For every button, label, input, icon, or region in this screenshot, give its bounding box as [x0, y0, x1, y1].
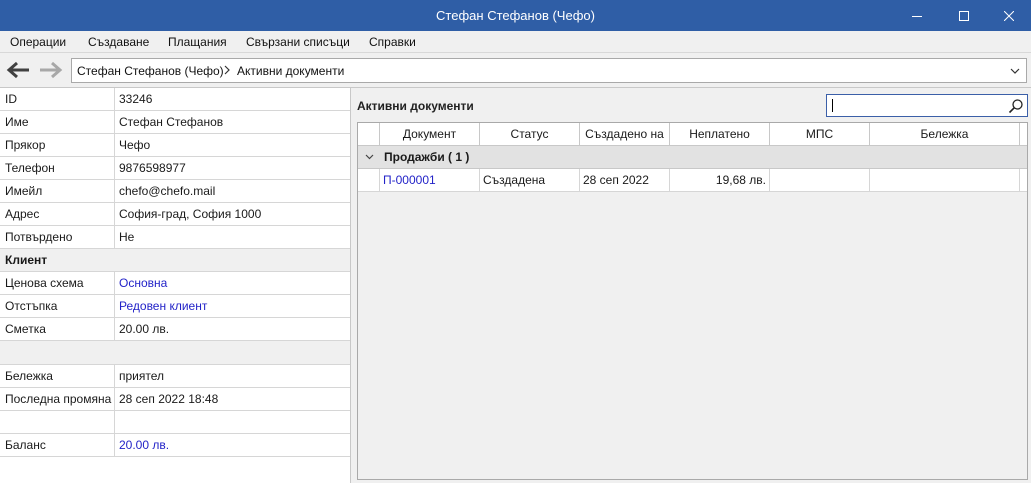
- menu-create[interactable]: Създаване: [88, 35, 149, 49]
- property-value: Стефан Стефанов: [119, 115, 224, 129]
- back-button[interactable]: [6, 61, 32, 79]
- search-input[interactable]: [826, 94, 1028, 117]
- group-row-sales[interactable]: Продажби ( 1 ): [358, 146, 1027, 169]
- property-label: Потвърдено: [5, 230, 73, 244]
- property-row: Сметка 20.00 лв.: [0, 318, 350, 341]
- property-value: chefo@chefo.mail: [119, 184, 216, 198]
- property-label: Адрес: [5, 207, 40, 221]
- property-row: Телефон 9876598977: [0, 157, 350, 180]
- property-label: ID: [5, 92, 17, 106]
- navigation-bar: Стефан Стефанов (Чефо) Активни документи: [0, 53, 1031, 88]
- column-header-document[interactable]: Документ: [380, 123, 480, 145]
- property-label: Имейл: [5, 184, 43, 198]
- section-header: Клиент: [0, 249, 350, 272]
- property-row: Адрес София-град, София 1000: [0, 203, 350, 226]
- minimize-button[interactable]: [894, 0, 940, 31]
- section-header: [0, 341, 350, 365]
- column-header-status[interactable]: Статус: [480, 123, 580, 145]
- balance-link[interactable]: 20.00 лв.: [119, 438, 169, 452]
- window-title: Стефан Стефанов (Чефо): [436, 8, 595, 23]
- property-value: Не: [119, 230, 135, 244]
- property-row: Ценова схема Основна: [0, 272, 350, 295]
- maximize-button[interactable]: [941, 0, 987, 31]
- price-scheme-link[interactable]: Основна: [119, 276, 167, 290]
- property-label: Бележка: [5, 369, 53, 383]
- property-label: Отстъпка: [5, 299, 58, 313]
- property-label: Име: [5, 115, 29, 129]
- column-header-created[interactable]: Създадено на: [580, 123, 670, 145]
- property-value: приятел: [119, 369, 165, 383]
- property-row: Имейл chefo@chefo.mail: [0, 180, 350, 203]
- section-label: Клиент: [5, 253, 48, 267]
- chevron-right-icon: [224, 65, 230, 75]
- column-header-vehicle[interactable]: МПС: [770, 123, 870, 145]
- chevron-down-icon[interactable]: [1010, 67, 1020, 75]
- table-row[interactable]: П-000001 Създадена 28 сеп 2022 19,68 лв.: [358, 169, 1027, 192]
- created-cell: 28 сеп 2022: [580, 169, 670, 191]
- menu-reports[interactable]: Справки: [369, 35, 416, 49]
- menu-payments[interactable]: Плащания: [168, 35, 227, 49]
- minimize-icon: [912, 15, 922, 17]
- property-value: Чефо: [119, 138, 151, 152]
- property-label: Телефон: [5, 161, 55, 175]
- properties-panel: ID 33246 Име Стефан Стефанов Прякор Чефо Те…: [0, 88, 351, 483]
- arrow-left-icon: [6, 61, 29, 79]
- breadcrumb-parent[interactable]: Стефан Стефанов (Чефо): [77, 64, 224, 78]
- property-label: Прякор: [5, 138, 46, 152]
- column-header-note[interactable]: Бележка: [870, 123, 1020, 145]
- property-row: Прякор Чефо: [0, 134, 350, 157]
- close-button[interactable]: [986, 0, 1031, 31]
- column-header-unpaid[interactable]: Неплатено: [670, 123, 770, 145]
- breadcrumb[interactable]: Стефан Стефанов (Чефо) Активни документи: [71, 58, 1027, 83]
- vehicle-cell: [770, 169, 870, 191]
- text-caret: [832, 99, 833, 112]
- property-value: 28 сеп 2022 18:48: [119, 392, 219, 406]
- property-row: Бележка приятел: [0, 365, 350, 388]
- property-row: Баланс 20.00 лв.: [0, 434, 350, 457]
- note-cell: [870, 169, 1020, 191]
- breadcrumb-current[interactable]: Активни документи: [237, 64, 344, 78]
- property-label: Последна промяна: [5, 392, 112, 406]
- unpaid-cell: 19,68 лв.: [670, 169, 770, 191]
- documents-grid: Документ Статус Създадено на Неплатено М…: [357, 122, 1028, 480]
- maximize-icon: [959, 10, 969, 21]
- menu-operations[interactable]: Операции: [10, 35, 66, 49]
- search-icon[interactable]: [1008, 98, 1024, 114]
- property-label: Ценова схема: [5, 276, 84, 290]
- group-label: Продажби ( 1 ): [384, 150, 470, 164]
- row-indent: [358, 169, 380, 191]
- documents-panel: Активни документи Документ Статус Създад…: [351, 88, 1031, 483]
- property-label: Сметка: [5, 322, 46, 336]
- property-value: 33246: [119, 92, 153, 106]
- grid-header: Документ Статус Създадено на Неплатено М…: [358, 123, 1027, 146]
- document-link[interactable]: П-000001: [380, 169, 480, 191]
- property-label: Баланс: [5, 438, 46, 452]
- property-value: София-град, София 1000: [119, 207, 262, 221]
- documents-title: Активни документи: [357, 99, 474, 113]
- property-value: 9876598977: [119, 161, 186, 175]
- menu-related-lists[interactable]: Свързани списъци: [246, 35, 350, 49]
- property-row: [0, 411, 350, 434]
- property-row: Последна промяна 28 сеп 2022 18:48: [0, 388, 350, 411]
- property-value: 20.00 лв.: [119, 322, 170, 336]
- discount-link[interactable]: Редовен клиент: [119, 299, 207, 313]
- title-bar: Стефан Стефанов (Чефо): [0, 0, 1031, 31]
- property-row: Име Стефан Стефанов: [0, 111, 350, 134]
- arrow-right-icon: [40, 61, 63, 79]
- header-spacer: [358, 123, 380, 145]
- close-icon: [1004, 10, 1014, 21]
- property-row: ID 33246: [0, 88, 350, 111]
- menu-bar: Операции Създаване Плащания Свързани спи…: [0, 31, 1031, 53]
- status-cell: Създадена: [480, 169, 580, 191]
- forward-button[interactable]: [37, 61, 63, 79]
- property-row: Потвърдено Не: [0, 226, 350, 249]
- chevron-down-icon[interactable]: [365, 153, 374, 161]
- property-row: Отстъпка Редовен клиент: [0, 295, 350, 318]
